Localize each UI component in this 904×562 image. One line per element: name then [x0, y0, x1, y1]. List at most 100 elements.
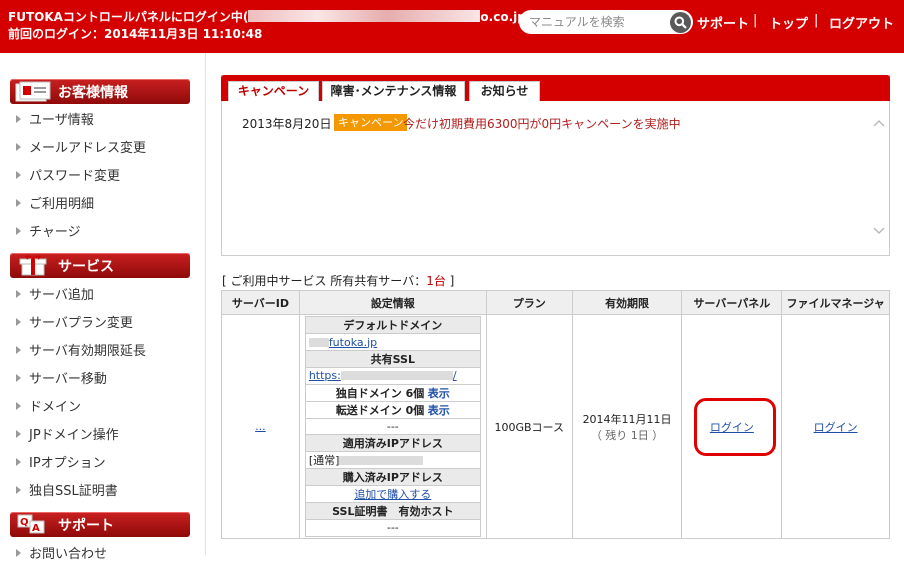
- section-support: Q A サポート: [10, 512, 190, 537]
- sidebar-item-contact[interactable]: お問い合わせ: [16, 543, 107, 562]
- forward-domain-show-link[interactable]: 表示: [428, 404, 450, 417]
- tab-campaign[interactable]: キャンペーン: [228, 81, 319, 101]
- section-title: サービス: [58, 259, 114, 275]
- section-service: サービス: [10, 253, 190, 278]
- support-link[interactable]: サポート: [697, 13, 749, 32]
- sidebar-item-server-move[interactable]: サーバー移動: [16, 368, 107, 387]
- sidebar-item-label: ユーザ情報: [29, 113, 94, 128]
- login-status: FUTOKAコントロールパネルにログイン中(o.co.jp): [8, 8, 531, 25]
- sidebar-item-label: IPオプション: [29, 456, 106, 471]
- chevron-right-icon: [16, 227, 21, 235]
- col-file-manager: ファイルマネージャ: [781, 290, 890, 315]
- sidebar-item-add-server[interactable]: サーバ追加: [16, 284, 94, 303]
- sidebar-item-label: パスワード変更: [29, 169, 121, 184]
- login-status-prefix: FUTOKAコントロールパネルにログイン中(: [8, 10, 249, 24]
- qa-icon: Q A: [17, 514, 45, 534]
- sidebar-item-billing[interactable]: ご利用明細: [16, 193, 94, 212]
- section-title: サポート: [58, 518, 114, 534]
- shared-ssl-cell: https: /: [304, 366, 481, 385]
- search-icon: [674, 16, 687, 29]
- default-domain-link[interactable]: futoka.jp: [329, 336, 377, 349]
- sidebar-item-domain[interactable]: ドメイン: [16, 396, 81, 415]
- file-manager-cell: ログイン: [781, 314, 890, 539]
- chevron-right-icon: [16, 171, 21, 179]
- scroll-up-icon[interactable]: [873, 118, 885, 128]
- sidebar-item-label: サーバ追加: [29, 288, 94, 303]
- gift-box-icon: [19, 255, 47, 276]
- caption-prefix: [ ご利用中サービス 所有共有サーバ：: [222, 274, 427, 288]
- customer-card-icon: [15, 81, 51, 102]
- service-table: サーバーID 設定情報 プラン 有効期限 サーバーパネル ファイルマネージャ .…: [221, 290, 890, 539]
- sidebar-item-label: サーバー移動: [29, 372, 107, 387]
- sidebar-item-ssl-cert[interactable]: 独自SSL証明書: [16, 480, 118, 499]
- masked-ip-address: [339, 456, 424, 466]
- chevron-right-icon: [16, 549, 21, 557]
- top-link[interactable]: トップ: [769, 13, 808, 32]
- applied-ip-label: 適用済みIPアドレス: [304, 434, 481, 453]
- chevron-right-icon: [16, 115, 21, 123]
- search-box: [519, 10, 693, 34]
- tab-news[interactable]: お知らせ: [469, 81, 540, 101]
- campaign-badge: キャンペーン: [334, 114, 408, 131]
- sidebar-item-plan-change[interactable]: サーバプラン変更: [16, 312, 133, 331]
- sidebar-item-label: ご利用明細: [29, 197, 95, 212]
- sidebar-item-charge[interactable]: チャージ: [16, 221, 81, 240]
- purchase-ip-link[interactable]: 追加で購入する: [354, 488, 431, 501]
- sidebar-item-extend-expiry[interactable]: サーバ有効期限延長: [16, 340, 146, 359]
- settings-table: デフォルトドメイン futoka.jp 共有SSL https: / 独自ドメイン…: [304, 316, 481, 537]
- logout-link[interactable]: ログアウト: [829, 13, 894, 32]
- purchased-ip-label: 購入済みIPアドレス: [304, 468, 481, 487]
- col-server-panel: サーバーパネル: [681, 290, 783, 315]
- table-header-row: サーバーID 設定情報 プラン 有効期限 サーバーパネル ファイルマネージャ: [221, 290, 890, 315]
- last-login: 前回のログイン：2014年11月3日 11:10:48: [8, 27, 263, 41]
- sidebar-item-label: JPドメイン操作: [29, 428, 119, 443]
- ssl-cert-value: ---: [304, 519, 481, 537]
- default-domain-cell: futoka.jp: [304, 333, 481, 351]
- own-domain-show-link[interactable]: 表示: [428, 387, 450, 400]
- file-manager-login-link[interactable]: ログイン: [814, 421, 858, 434]
- chevron-right-icon: [16, 458, 21, 466]
- sidebar-item-email-change[interactable]: メールアドレス変更: [16, 137, 146, 156]
- masked-subdomain: [308, 337, 329, 347]
- own-domain-cell: 独自ドメイン 6個 表示: [304, 383, 481, 402]
- sidebar-item-user-info[interactable]: ユーザ情報: [16, 109, 94, 128]
- sidebar-item-password-change[interactable]: パスワード変更: [16, 165, 120, 184]
- sidebar-item-label: サーバ有効期限延長: [29, 344, 146, 359]
- sidebar-item-label: ドメイン: [29, 400, 82, 415]
- masked-email: [248, 10, 481, 22]
- section-customer-info: お客様情報: [10, 79, 190, 104]
- expiry-cell: 2014年11月11日 （ 残り 1日 ）: [571, 314, 683, 539]
- server-panel-login-link[interactable]: ログイン: [710, 421, 754, 434]
- shared-ssl-link[interactable]: https: /: [309, 369, 457, 382]
- sidebar-item-label: 独自SSL証明書: [29, 484, 118, 499]
- scroll-down-icon[interactable]: [873, 226, 885, 236]
- search-button[interactable]: [670, 12, 691, 33]
- tab-maintenance[interactable]: 障害･メンテナンス情報: [322, 81, 465, 101]
- own-domain-label: 独自ドメイン 6個: [335, 386, 425, 400]
- sidebar-item-ip-option[interactable]: IPオプション: [16, 452, 106, 471]
- plan-cell: 100GBコース: [485, 314, 573, 539]
- forward-domain-cell: 転送ドメイン 0個 表示: [304, 400, 481, 419]
- sidebar-item-jp-domain[interactable]: JPドメイン操作: [16, 424, 119, 443]
- col-plan: プラン: [485, 290, 573, 315]
- service-caption: [ ご利用中サービス 所有共有サーバ：1台 ]: [222, 272, 454, 289]
- sidebar-item-label: サーバプラン変更: [29, 316, 133, 331]
- shared-ssl-suffix: /: [452, 369, 457, 383]
- chevron-right-icon: [16, 199, 21, 207]
- svg-text:A: A: [32, 523, 40, 534]
- chevron-right-icon: [16, 346, 21, 354]
- search-input[interactable]: [529, 14, 664, 30]
- sidebar-item-label: チャージ: [29, 225, 81, 240]
- notice-link[interactable]: 今だけ初期費用6300円が0円キャンペーンを実施中: [403, 115, 681, 132]
- chevron-right-icon: [16, 430, 21, 438]
- nav-separator: |: [814, 13, 819, 28]
- ssl-cert-label: SSL証明書 有効ホスト: [304, 502, 481, 521]
- chevron-right-icon: [16, 318, 21, 326]
- section-title: お客様情報: [58, 85, 128, 101]
- chevron-right-icon: [16, 402, 21, 410]
- server-panel-cell: ログイン: [681, 314, 783, 539]
- svg-text:Q: Q: [20, 517, 29, 528]
- server-id-link[interactable]: ...: [255, 420, 266, 433]
- col-settings: 設定情報: [298, 290, 487, 315]
- chevron-right-icon: [16, 374, 21, 382]
